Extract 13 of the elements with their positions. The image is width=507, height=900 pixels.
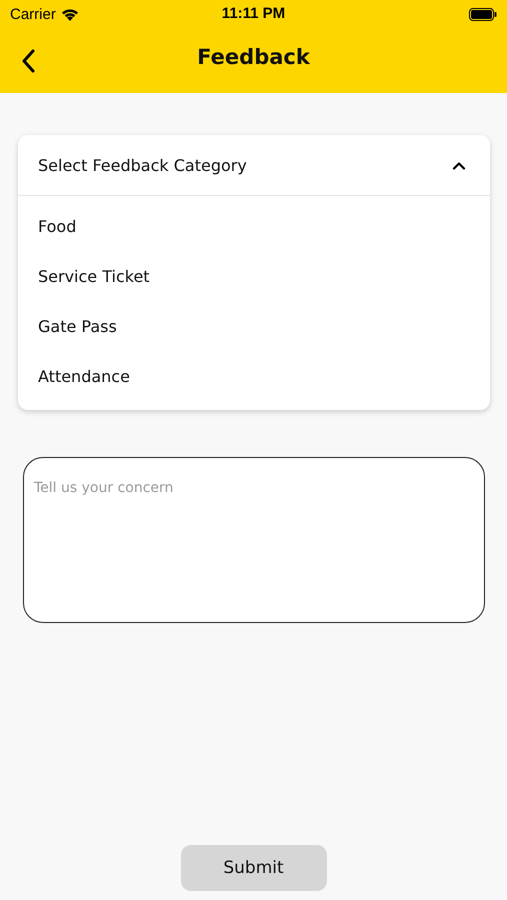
chevron-icon [452,160,466,170]
concern-field[interactable]: Tell us your concern [23,457,485,623]
dropdown-option[interactable]: Service Ticket [18,252,490,302]
clock-time: 11:11 PM [222,5,286,22]
wifi-icon [60,8,79,20]
category-dropdown[interactable]: Select Feedback Category [18,135,490,196]
page-title: Feedback [197,45,310,69]
battery-icon [469,8,497,20]
dropdown-option[interactable]: Attendance [18,352,490,402]
dropdown-option[interactable]: Food [18,202,490,252]
dropdown-option[interactable]: Gate Pass [18,302,490,352]
carrier-label: Carrier [10,6,56,22]
submit-button[interactable]: Submit [180,845,326,891]
